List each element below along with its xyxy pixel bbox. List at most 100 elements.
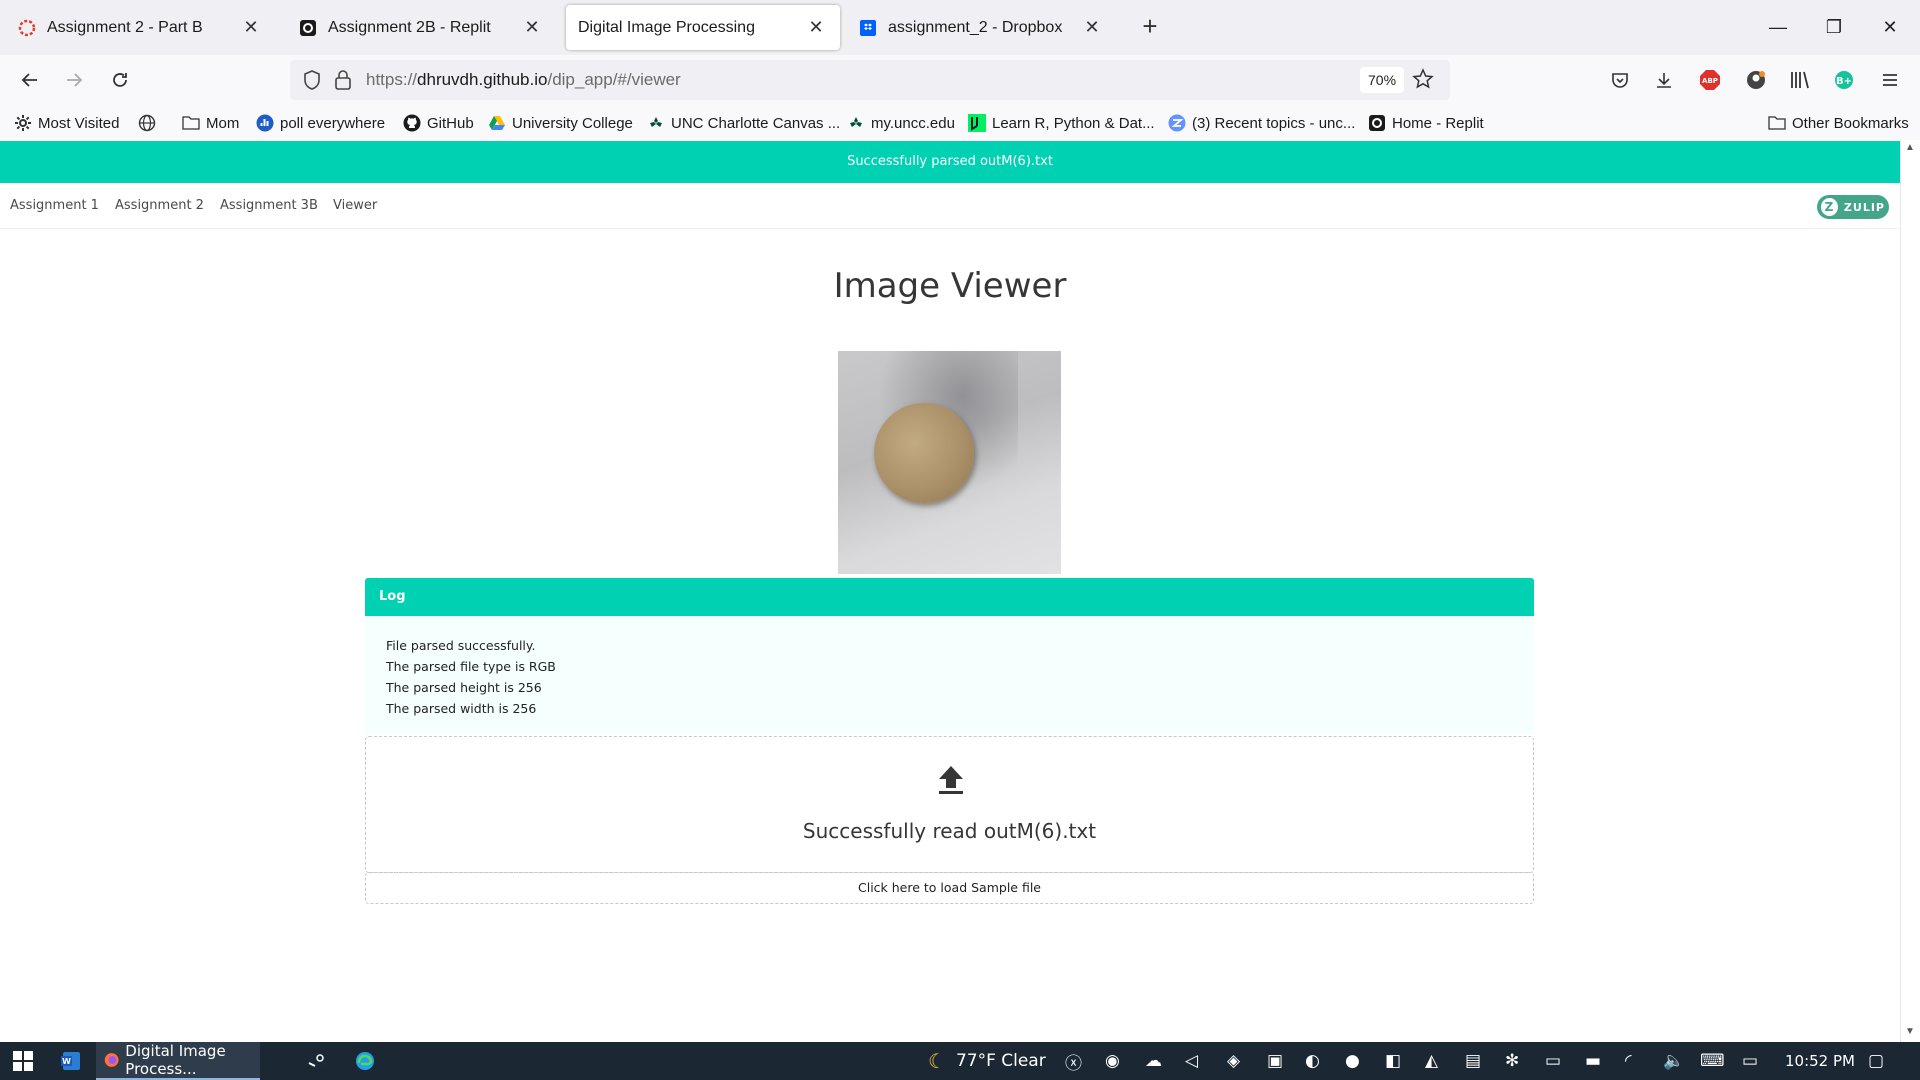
tab-assignment-2-dropbox[interactable]: assignment_2 - Dropbox ✕ <box>846 5 1116 50</box>
settings-tray-icon[interactable]: ✻ <box>1505 1042 1519 1080</box>
nvidia-icon[interactable]: ◈ <box>1227 1042 1240 1080</box>
media-icon[interactable]: ◧ <box>1385 1042 1401 1080</box>
adblock-icon[interactable]: ABP <box>1698 68 1722 92</box>
url-text[interactable]: https://dhruvdh.github.io/dip_app/#/view… <box>366 70 681 90</box>
antivirus-icon[interactable]: ● <box>1345 1042 1360 1080</box>
canvas-icon <box>17 18 37 38</box>
bookmarks-bar: Most Visited Mom poll everywhere GitHub … <box>0 105 1920 140</box>
reload-icon <box>113 73 127 87</box>
library-icon[interactable] <box>1788 68 1812 92</box>
new-tab-button[interactable]: + <box>1136 13 1164 41</box>
display-icon[interactable]: ▭ <box>1742 1042 1758 1080</box>
other-bookmarks[interactable]: Other Bookmarks <box>1768 112 1909 134</box>
log-panel: Log File parsed successfully. The parsed… <box>365 578 1534 734</box>
address-bar[interactable]: https://dhruvdh.github.io/dip_app/#/view… <box>290 60 1450 100</box>
edge-app-button[interactable] <box>350 1042 380 1080</box>
tab-title: Assignment 2 - Part B <box>47 18 203 36</box>
nav-link-assignment-2[interactable]: Assignment 2 <box>115 198 204 213</box>
page-title: Image Viewer <box>833 266 1067 306</box>
gear-icon <box>14 114 32 132</box>
firefox-icon <box>104 1053 119 1067</box>
keyboard-icon[interactable]: ⌨ <box>1700 1042 1725 1080</box>
word-app-button[interactable]: W <box>56 1042 86 1080</box>
replit-icon <box>298 18 318 38</box>
bookmark-label: GitHub <box>427 114 474 132</box>
window-close-button[interactable]: ✕ <box>1870 12 1910 42</box>
coin-object <box>874 403 974 503</box>
load-sample-file-link[interactable]: Click here to load Sample file <box>365 872 1534 904</box>
arrow-left-icon <box>21 73 37 87</box>
tab-assignment-2-part-b[interactable]: Assignment 2 - Part B ✕ <box>5 5 275 50</box>
zulip-badge[interactable]: Z ZULIP <box>1817 195 1889 219</box>
start-button[interactable] <box>8 1042 38 1080</box>
minimize-button[interactable]: — <box>1758 12 1798 42</box>
reload-button[interactable] <box>104 64 136 96</box>
zulip-logo-icon: Z <box>1821 198 1838 216</box>
forward-button[interactable] <box>58 64 90 96</box>
bookmark-folder-mom[interactable]: Mom <box>182 112 239 134</box>
shield-icon[interactable] <box>302 69 322 96</box>
tab-digital-image-processing[interactable]: Digital Image Processing ✕ <box>566 5 840 50</box>
bookmark-poll-everywhere[interactable]: poll everywhere <box>256 112 385 134</box>
tab-assignment-2b-replit[interactable]: Assignment 2B - Replit ✕ <box>286 5 556 50</box>
lock-icon[interactable] <box>334 69 352 96</box>
bookmark-most-visited[interactable]: Most Visited <box>14 112 119 134</box>
pocket-icon[interactable] <box>1608 68 1632 92</box>
xbox-icon[interactable]: ⓧ <box>1065 1042 1082 1080</box>
wifi-icon[interactable]: ◜ <box>1625 1042 1632 1080</box>
visual-studio-icon[interactable]: ◁ <box>1185 1042 1198 1080</box>
bluetooth-icon[interactable]: ◐ <box>1305 1042 1320 1080</box>
weather-text: 77°F Clear <box>955 1051 1046 1071</box>
bookmark-home-replit[interactable]: Home - Replit <box>1368 112 1484 134</box>
bookmark-my-uncc[interactable]: my.uncc.edu <box>847 112 955 134</box>
extension-icon[interactable] <box>1744 68 1768 92</box>
star-icon[interactable] <box>1412 68 1434 95</box>
bookmark-globe[interactable] <box>138 112 162 134</box>
tab-title: Digital Image Processing <box>578 18 755 36</box>
bookmark-label: Most Visited <box>38 114 120 132</box>
windows-taskbar: W Digital Image Process... ☾ 77°F Clear … <box>0 1042 1920 1080</box>
notifications-icon[interactable]: ▢ <box>1868 1042 1884 1080</box>
close-icon[interactable]: ✕ <box>1080 16 1104 40</box>
nav-link-assignment-3b[interactable]: Assignment 3B <box>220 198 318 213</box>
zulip-badge-label: ZULIP <box>1843 200 1885 214</box>
bookmark-recent-topics[interactable]: (3) Recent topics - unc... <box>1168 112 1355 134</box>
onedrive-icon[interactable]: ◭ <box>1425 1042 1438 1080</box>
weather-widget[interactable]: ☾ 77°F Clear <box>928 1042 1046 1080</box>
file-upload-area: Successfully read outM(6).txt Click here… <box>365 736 1534 904</box>
discord-icon[interactable]: ◉ <box>1105 1042 1120 1080</box>
steam-app-button[interactable] <box>302 1042 332 1080</box>
cloud-sync-icon[interactable]: ☁ <box>1145 1042 1162 1080</box>
download-icon[interactable] <box>1652 68 1676 92</box>
scroll-up-icon[interactable]: ▲ <box>1905 142 1915 153</box>
snip-icon[interactable]: ▤ <box>1465 1042 1481 1080</box>
close-icon[interactable]: ✕ <box>520 16 544 40</box>
restore-button[interactable]: ❐ <box>1814 12 1854 42</box>
bookmark-unc-charlotte-canvas[interactable]: UNC Charlotte Canvas ... <box>647 112 840 134</box>
menu-icon[interactable] <box>1878 68 1902 92</box>
bookmark-github[interactable]: GitHub <box>403 112 474 134</box>
tray-app-icon[interactable]: ▣ <box>1267 1042 1283 1080</box>
upload-status-message: Successfully read outM(6).txt <box>802 819 1097 843</box>
drive-icon[interactable]: ▭ <box>1545 1042 1561 1080</box>
parsed-image <box>838 351 1061 574</box>
bookmark-datacamp[interactable]: Learn R, Python & Dat... <box>968 112 1155 134</box>
close-icon[interactable]: ✕ <box>239 16 263 40</box>
back-button[interactable] <box>14 64 46 96</box>
nav-link-viewer[interactable]: Viewer <box>333 198 377 213</box>
clock[interactable]: 10:52 PM <box>1785 1042 1855 1080</box>
volume-icon[interactable]: 🔈 <box>1663 1042 1684 1080</box>
file-drop-zone[interactable]: Successfully read outM(6).txt <box>365 736 1534 873</box>
scroll-down-icon[interactable]: ▼ <box>1905 1026 1915 1037</box>
moon-icon: ☾ <box>928 1049 946 1073</box>
close-icon[interactable]: ✕ <box>804 16 828 40</box>
google-drive-icon <box>488 114 506 132</box>
taskbar-firefox-window[interactable]: Digital Image Process... <box>96 1042 260 1080</box>
battery-icon[interactable]: ▬ <box>1585 1042 1601 1080</box>
page-scrollbar[interactable]: ▲ ▼ <box>1900 140 1920 1042</box>
bookmark-university-college[interactable]: University College <box>488 112 633 134</box>
nav-link-assignment-1[interactable]: Assignment 1 <box>10 198 99 213</box>
url-scheme: https:// <box>366 70 418 89</box>
grammarly-icon[interactable]: B+ <box>1832 68 1856 92</box>
zoom-level-badge[interactable]: 70% <box>1360 67 1405 93</box>
